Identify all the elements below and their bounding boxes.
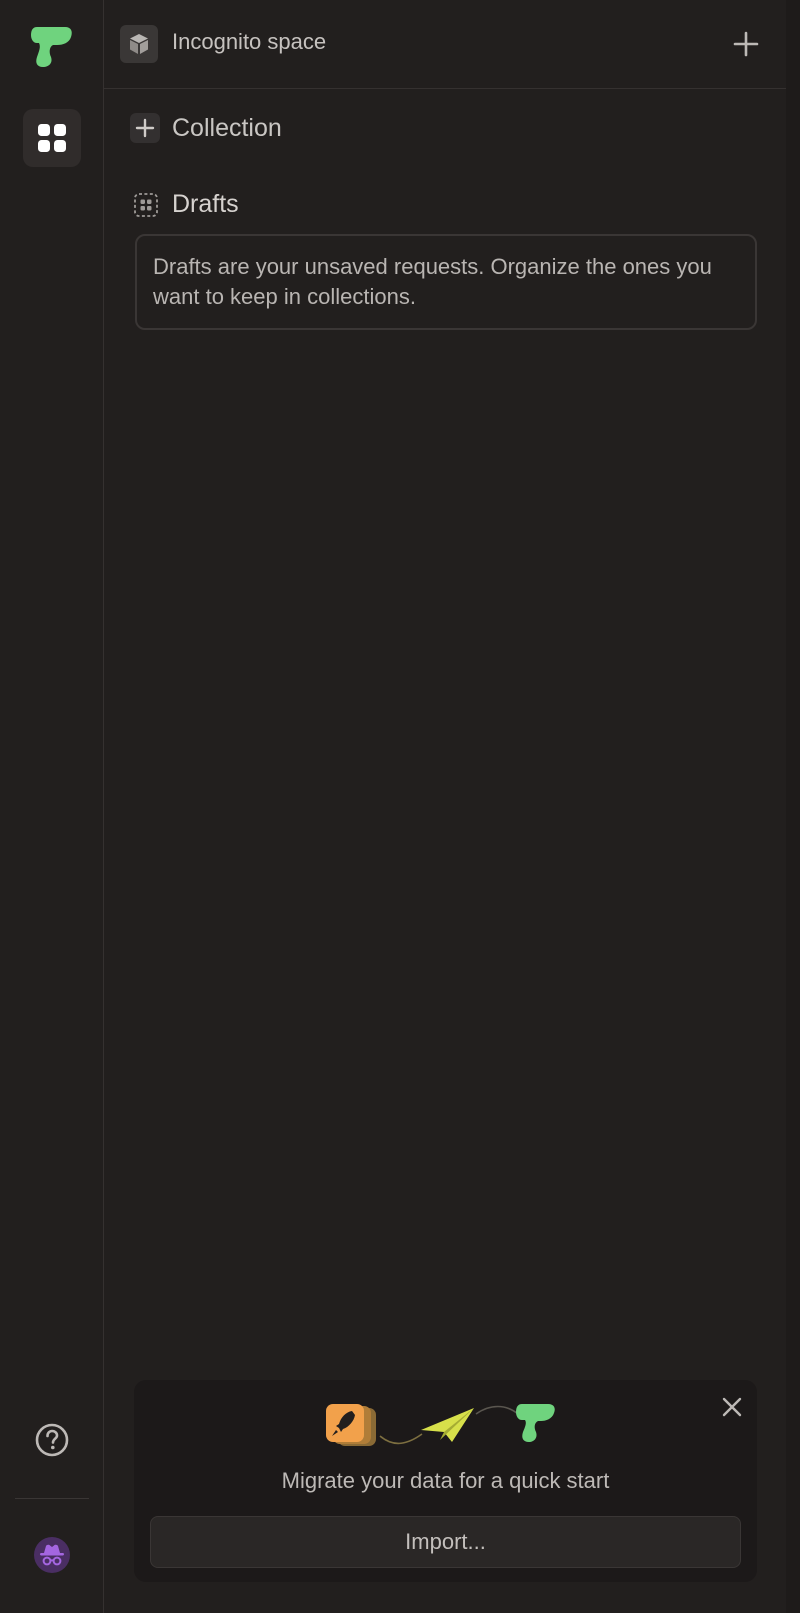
grid-icon [38, 124, 66, 152]
workspace-title[interactable]: Incognito space [172, 29, 326, 55]
incognito-icon [40, 1544, 64, 1566]
import-button[interactable]: Import... [150, 1516, 741, 1568]
collections-nav-button[interactable] [23, 109, 81, 167]
drafts-label: Drafts [172, 190, 239, 218]
migrate-card: Migrate your data for a quick start Impo… [134, 1380, 757, 1582]
migration-illustration [326, 1404, 555, 1446]
drafts-section-header[interactable]: Drafts [133, 190, 239, 219]
drafts-icon [134, 192, 158, 217]
drafts-empty-message: Drafts are your unsaved requests. Organi… [135, 234, 757, 330]
help-circle-icon[interactable] [34, 1422, 70, 1458]
migrate-message: Migrate your data for a quick start [281, 1468, 610, 1493]
hoppscotch-logo-icon[interactable] [31, 23, 73, 69]
left-rail [0, 0, 104, 1613]
add-collection-icon [130, 113, 160, 143]
rail-divider [15, 1498, 89, 1499]
workspace-icon-badge[interactable] [120, 25, 158, 63]
scrollbar-track[interactable] [786, 0, 800, 1613]
new-collection-button[interactable]: Collection [130, 113, 282, 143]
collection-label: Collection [172, 113, 282, 142]
plus-icon[interactable] [732, 30, 760, 58]
avatar[interactable] [34, 1537, 70, 1573]
close-icon[interactable] [719, 1394, 745, 1420]
sidebar-header: Incognito space [104, 0, 786, 89]
cube-icon [130, 34, 148, 54]
